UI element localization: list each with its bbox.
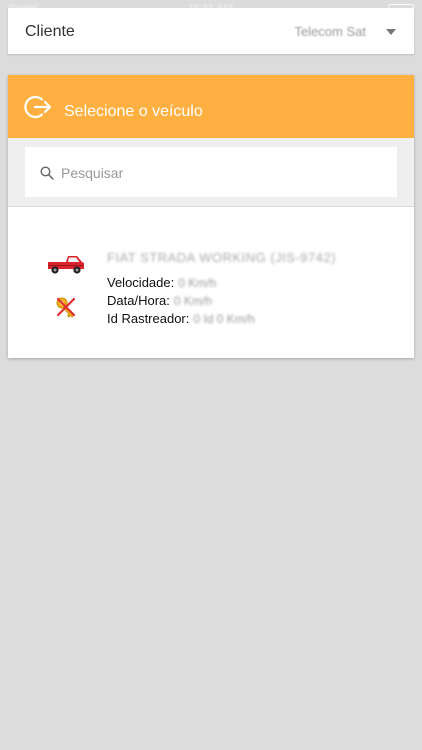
tracker-id-label: Id Rastreador: [107,311,190,326]
speed-value: 0 Km/h [178,276,217,290]
tracker-line: Id Rastreador: 0 Id 0 Km/h [107,311,255,326]
tracker-id-value: 0 Id 0 Km/h [193,312,255,326]
speed-line: Velocidade: 0 Km/h [107,275,216,290]
client-label: Cliente [25,23,75,40]
search-box[interactable] [25,147,397,197]
datetime-value: 0 Km/h [173,294,212,308]
speed-label: Velocidade: [107,275,175,290]
vehicle-list-item[interactable]: FIAT STRADA WORKING (JIS-9742) Velocidad… [8,207,414,357]
card-header: Selecione o veículo [8,75,414,138]
pickup-truck-icon [48,256,84,274]
ignition-key-icon [56,297,76,318]
chevron-down-icon[interactable] [386,29,396,35]
datetime-label: Data/Hora: [107,293,170,308]
exit-icon[interactable] [24,93,52,121]
client-selected-value[interactable]: Telecom Sat [294,24,366,39]
datetime-line: Data/Hora: 0 Km/h [107,293,212,308]
vehicle-name: FIAT STRADA WORKING (JIS-9742) [107,250,337,265]
client-selector[interactable]: Cliente Telecom Sat [8,8,414,54]
search-input[interactable] [59,161,383,185]
vehicle-selection-card: Selecione o veículo FIAT STR [8,75,414,358]
search-icon [40,166,54,180]
card-title: Selecione o veículo [64,103,203,120]
search-area [8,138,414,207]
